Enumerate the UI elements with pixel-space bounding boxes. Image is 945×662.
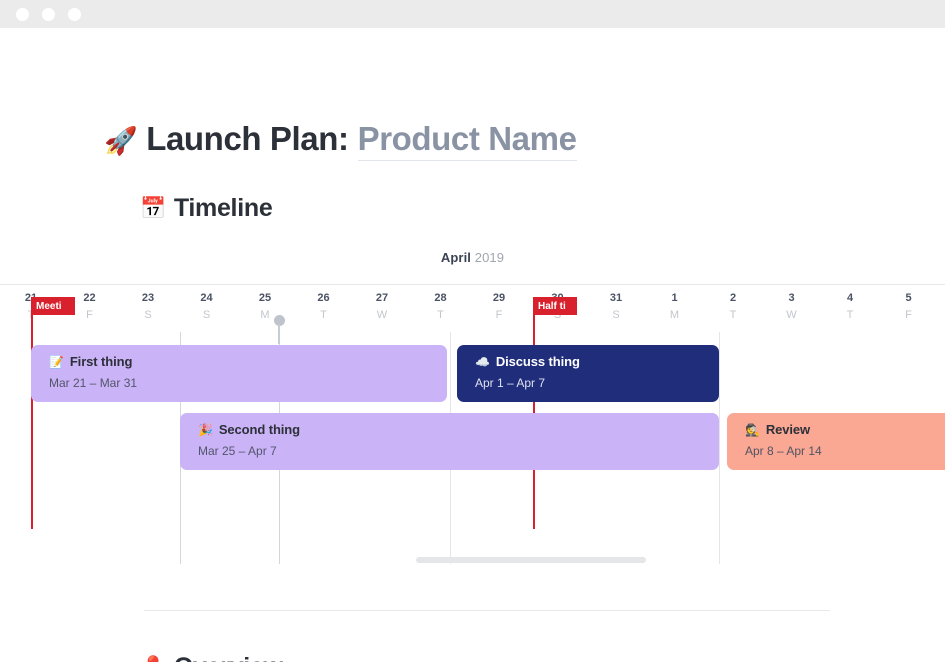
day-weekday-letter: T: [294, 305, 353, 322]
month-name: April: [441, 250, 471, 265]
timeline-task-bar[interactable]: 🕵️ Review Apr 8 – Apr 14: [727, 413, 945, 470]
task-date-range: Mar 21 – Mar 31: [49, 376, 447, 390]
app-window: 🚀 Launch Plan: Product Name 📅 Timeline A…: [0, 0, 945, 662]
day-weekday-letter: T: [411, 305, 470, 322]
day-weekday-letter: F: [879, 305, 938, 322]
day-number: 6: [938, 285, 945, 305]
rocket-icon: 🚀: [104, 125, 137, 157]
timeline-task-bar[interactable]: 📝 First thing Mar 21 – Mar 31: [31, 345, 447, 402]
timeline-day-column[interactable]: 26T: [294, 285, 353, 322]
task-title: 🎉 Second thing: [198, 422, 719, 437]
day-weekday-letter: M: [645, 305, 704, 322]
timeline-day-column[interactable]: 1M: [645, 285, 704, 322]
day-number: 5: [879, 285, 938, 305]
day-weekday-letter: W: [762, 305, 821, 322]
product-name-field[interactable]: Product Name: [358, 120, 577, 161]
timeline-day-column[interactable]: 25M: [236, 285, 295, 322]
day-number: 26: [294, 285, 353, 305]
task-emoji-icon: 🕵️: [745, 423, 760, 437]
timeline-day-column[interactable]: 23S: [119, 285, 178, 322]
timeline-month-label: April 2019: [0, 238, 945, 265]
maximize-window-button[interactable]: [68, 8, 81, 21]
milestone-line: [31, 297, 33, 529]
day-number: 4: [821, 285, 880, 305]
timeline-task-bar[interactable]: ☁️ Discuss thing Apr 1 – Apr 7: [457, 345, 719, 402]
timeline-section-heading: 📅 Timeline: [140, 194, 272, 223]
task-emoji-icon: ☁️: [475, 355, 490, 369]
day-number: 27: [353, 285, 412, 305]
timeline-task-bar[interactable]: 🎉 Second thing Mar 25 – Apr 7: [180, 413, 719, 470]
day-number: 29: [470, 285, 529, 305]
milestone-flag-label[interactable]: Half ti: [533, 297, 577, 315]
overview-section-heading: 📍 Overview: [140, 653, 283, 662]
pin-icon: 📍: [140, 656, 166, 662]
day-number: 28: [411, 285, 470, 305]
window-titlebar: [0, 0, 945, 28]
day-weekday-letter: W: [353, 305, 412, 322]
day-number: 3: [762, 285, 821, 305]
task-emoji-icon: 📝: [49, 355, 64, 369]
timeline-widget[interactable]: April 2019 21T22F23S24S25M26T27W28T29F30…: [0, 238, 945, 568]
timeline-day-column[interactable]: 31S: [587, 285, 646, 322]
timeline-gridline: [719, 332, 720, 564]
pin-stem: [278, 324, 280, 344]
day-number: 23: [119, 285, 178, 305]
minimize-window-button[interactable]: [42, 8, 55, 21]
timeline-day-column[interactable]: 4T: [821, 285, 880, 322]
timeline-horizontal-scrollbar[interactable]: [416, 557, 646, 563]
day-number: 2: [704, 285, 763, 305]
day-weekday-letter: F: [470, 305, 529, 322]
task-date-range: Apr 1 – Apr 7: [475, 376, 719, 390]
day-number: 25: [236, 285, 295, 305]
day-weekday-letter: T: [704, 305, 763, 322]
day-weekday-letter: S: [119, 305, 178, 322]
calendar-icon: 📅: [140, 197, 166, 221]
milestone-flag-label[interactable]: Meeti: [31, 297, 75, 315]
day-weekday-letter: S: [177, 305, 236, 322]
timeline-day-column[interactable]: 24S: [177, 285, 236, 322]
timeline-day-column[interactable]: 28T: [411, 285, 470, 322]
task-date-range: Apr 8 – Apr 14: [745, 444, 945, 458]
day-weekday-letter: S: [587, 305, 646, 322]
day-number: 24: [177, 285, 236, 305]
day-weekday-letter: M: [236, 305, 295, 322]
timeline-day-column[interactable]: 29F: [470, 285, 529, 322]
task-title-label: Discuss thing: [496, 354, 580, 369]
content-divider: [144, 610, 830, 611]
page-title-label: Launch Plan:: [146, 120, 348, 158]
timeline-day-column[interactable]: 6S: [938, 285, 945, 322]
day-weekday-letter: S: [938, 305, 945, 322]
timeline-grid[interactable]: 21T22F23S24S25M26T27W28T29F30S31S1M2T3W4…: [0, 285, 945, 568]
timeline-day-column[interactable]: 2T: [704, 285, 763, 322]
day-number: 31: [587, 285, 646, 305]
task-emoji-icon: 🎉: [198, 423, 213, 437]
task-date-range: Mar 25 – Apr 7: [198, 444, 719, 458]
timeline-day-column[interactable]: 3W: [762, 285, 821, 322]
page-title: 🚀 Launch Plan: Product Name: [104, 120, 577, 161]
overview-heading-label: Overview: [174, 653, 283, 662]
day-number: 1: [645, 285, 704, 305]
timeline-heading-label: Timeline: [174, 194, 273, 223]
task-title-label: Review: [766, 422, 810, 437]
task-title: 🕵️ Review: [745, 422, 945, 437]
timeline-day-column[interactable]: 5F: [879, 285, 938, 322]
task-title-label: First thing: [70, 354, 132, 369]
day-weekday-letter: T: [821, 305, 880, 322]
close-window-button[interactable]: [16, 8, 29, 21]
task-title-label: Second thing: [219, 422, 300, 437]
timeline-day-column[interactable]: 27W: [353, 285, 412, 322]
task-title: 📝 First thing: [49, 354, 447, 369]
month-year: 2019: [475, 250, 504, 265]
task-title: ☁️ Discuss thing: [475, 354, 719, 369]
